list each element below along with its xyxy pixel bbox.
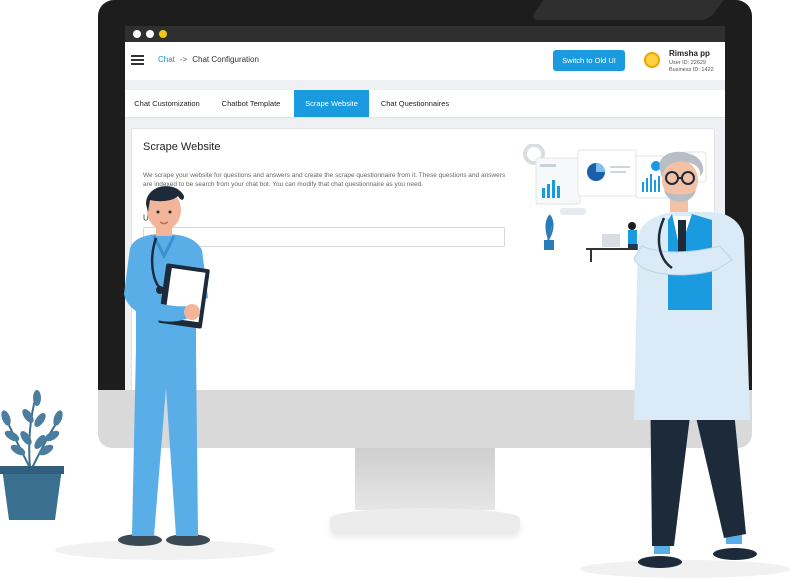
- hamburger-icon[interactable]: [131, 55, 144, 65]
- avatar-icon[interactable]: [644, 52, 660, 68]
- tab-scrape-website[interactable]: Scrape Website: [294, 90, 369, 117]
- switch-to-old-ui-button[interactable]: Switch to Old UI: [553, 50, 625, 71]
- browser-bar: [125, 26, 725, 42]
- section-title: Scrape Website: [143, 141, 221, 153]
- breadcrumb-chat-link[interactable]: Chat: [158, 55, 175, 64]
- monitor-stand-neck: [355, 448, 495, 510]
- doctor-character: [633, 151, 757, 568]
- tab-chat-customization[interactable]: Chat Customization: [125, 90, 209, 117]
- monitor-stand-base: [330, 508, 520, 534]
- user-name: Rimsha pp: [669, 49, 710, 58]
- breadcrumb-separator: ->: [179, 55, 188, 64]
- monitor-glare: [529, 0, 731, 20]
- user-id: User ID: 22629: [669, 60, 706, 66]
- breadcrumb: Chat -> Chat Configuration: [158, 55, 259, 64]
- user-meta: User ID: 22629 Business ID: 1422: [669, 60, 714, 74]
- business-id: Business ID: 1422: [669, 67, 714, 73]
- tab-bar: Chat Customization Chatbot Template Scra…: [125, 90, 725, 118]
- breadcrumb-current: Chat Configuration: [192, 55, 259, 64]
- tab-chat-questionnaires[interactable]: Chat Questionnaires: [371, 90, 459, 117]
- app-header: Chat -> Chat Configuration Switch to Old U…: [125, 42, 725, 80]
- tab-chatbot-template[interactable]: Chatbot Template: [211, 90, 291, 117]
- window-dot: [133, 30, 141, 38]
- window-dot: [146, 30, 154, 38]
- plant-icon: [0, 390, 64, 520]
- nurse-character: [118, 186, 210, 546]
- window-dot-yellow: [159, 30, 167, 38]
